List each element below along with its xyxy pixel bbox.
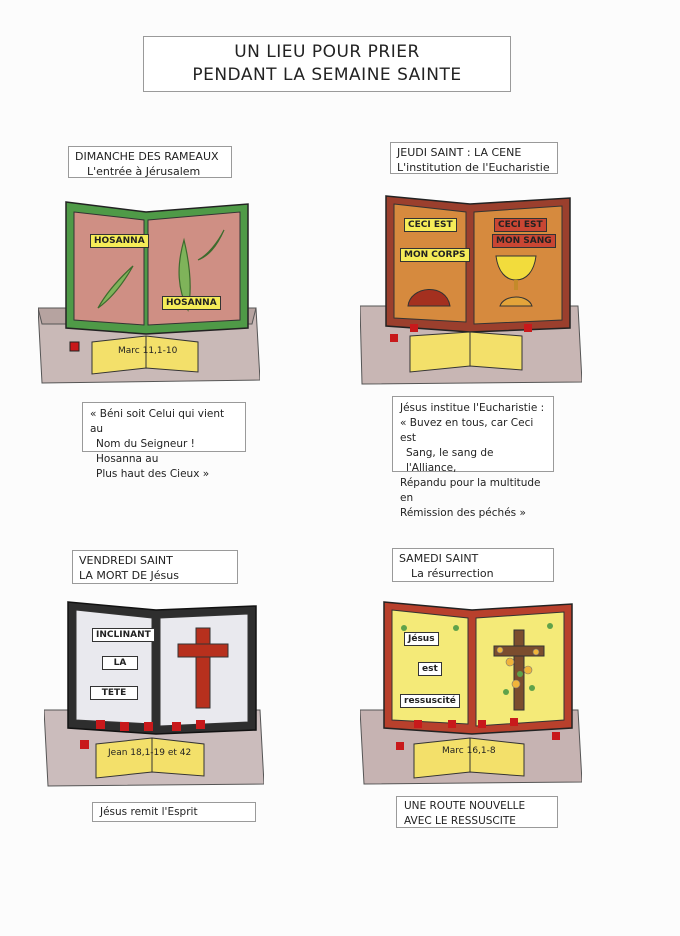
- title-line-2: PENDANT LA SEMAINE SAINTE: [192, 65, 462, 85]
- label-vendredi-line1: VENDREDI SAINT: [79, 554, 173, 567]
- quote-cene-line: « Buvez en tous, car Ceci est: [400, 417, 534, 444]
- samedi-scripture-ref: Marc 16,1-8: [442, 746, 496, 756]
- samedi-tag-est: est: [418, 662, 442, 676]
- quote-samedi: UNE ROUTE NOUVELLE AVEC LE RESSUSCITE: [396, 796, 558, 828]
- label-vendredi: VENDREDI SAINT LA MORT DE Jésus: [72, 550, 238, 584]
- quote-cene-line: Jésus institue l'Eucharistie :: [400, 402, 545, 414]
- label-samedi: SAMEDI SAINT La résurrection: [392, 548, 554, 582]
- page-title: UN LIEU POUR PRIER PENDANT LA SEMAINE SA…: [143, 36, 511, 92]
- rameaux-scripture-ref: Marc 11,1-10: [118, 346, 178, 356]
- samedi-tag-ressuscite: ressuscité: [400, 694, 460, 708]
- illustration-rameaux: HOSANNA HOSANNA Marc 11,1-10: [37, 200, 261, 385]
- quote-rameaux-line: « Béni soit Celui qui vient au: [90, 408, 225, 435]
- samedi-tag-jesus: Jésus: [404, 632, 439, 646]
- label-cene: JEUDI SAINT : LA CENE L'institution de l…: [390, 142, 558, 174]
- label-rameaux-line2: L'entrée à Jérusalem: [87, 165, 201, 178]
- quote-samedi-line: UNE ROUTE NOUVELLE: [404, 800, 526, 812]
- label-rameaux-line1: DIMANCHE DES RAMEAUX: [75, 150, 219, 163]
- quote-vendredi-line: Jésus remit l'Esprit: [100, 806, 198, 818]
- quote-rameaux-line: Nom du Seigneur ! Hosanna au: [96, 438, 195, 465]
- cene-tag-mon-corps: MON CORPS: [400, 248, 470, 262]
- book-altar-samedi: [359, 601, 583, 785]
- label-rameaux: DIMANCHE DES RAMEAUX L'entrée à Jérusale…: [68, 146, 232, 178]
- quote-cene-line: Rémission des péchés »: [400, 507, 526, 519]
- illustration-cene: CECI EST MON CORPS CECI EST MON SANG: [359, 194, 583, 386]
- vendredi-tag-tete: TETE: [90, 686, 138, 700]
- label-samedi-line1: SAMEDI SAINT: [399, 552, 479, 565]
- quote-cene-line: Répandu pour la multitude en: [400, 477, 541, 504]
- quote-samedi-line: AVEC LE RESSUSCITE: [404, 815, 516, 827]
- label-samedi-line2: La résurrection: [411, 567, 494, 580]
- rameaux-tag-hosanna-right: HOSANNA: [162, 296, 221, 310]
- book-altar-cene: [359, 195, 583, 385]
- illustration-vendredi: INCLINANT LA TETE Jean 18,1-19 et 42: [43, 600, 265, 788]
- vendredi-scripture-ref: Jean 18,1-19 et 42: [108, 748, 192, 758]
- cene-tag-ceci-est-1: CECI EST: [404, 218, 457, 232]
- label-vendredi-line2: LA MORT DE Jésus: [79, 569, 179, 582]
- cene-tag-mon-sang: MON SANG: [492, 234, 556, 248]
- cene-tag-ceci-est-2: CECI EST: [494, 218, 547, 232]
- label-cene-line1: JEUDI SAINT : LA CENE: [397, 146, 522, 159]
- illustration-samedi: Jésus est ressuscité Marc 16,1-8: [359, 600, 583, 786]
- quote-rameaux: « Béni soit Celui qui vient au Nom du Se…: [82, 402, 246, 480]
- quote-cene-line: Sang, le sang de l'Alliance,: [406, 447, 494, 474]
- quote-cene: Jésus institue l'Eucharistie : « Buvez e…: [392, 396, 554, 519]
- book-altar-rameaux: [37, 201, 261, 384]
- vendredi-tag-la: LA: [102, 656, 138, 670]
- title-line-1: UN LIEU POUR PRIER: [234, 42, 420, 62]
- rameaux-tag-hosanna-left: HOSANNA: [90, 234, 149, 248]
- label-cene-line2: L'institution de l'Eucharistie: [397, 161, 550, 174]
- quote-rameaux-line: Plus haut des Cieux »: [96, 468, 210, 480]
- quote-vendredi: Jésus remit l'Esprit: [92, 802, 256, 822]
- vendredi-tag-inclinant: INCLINANT: [92, 628, 155, 642]
